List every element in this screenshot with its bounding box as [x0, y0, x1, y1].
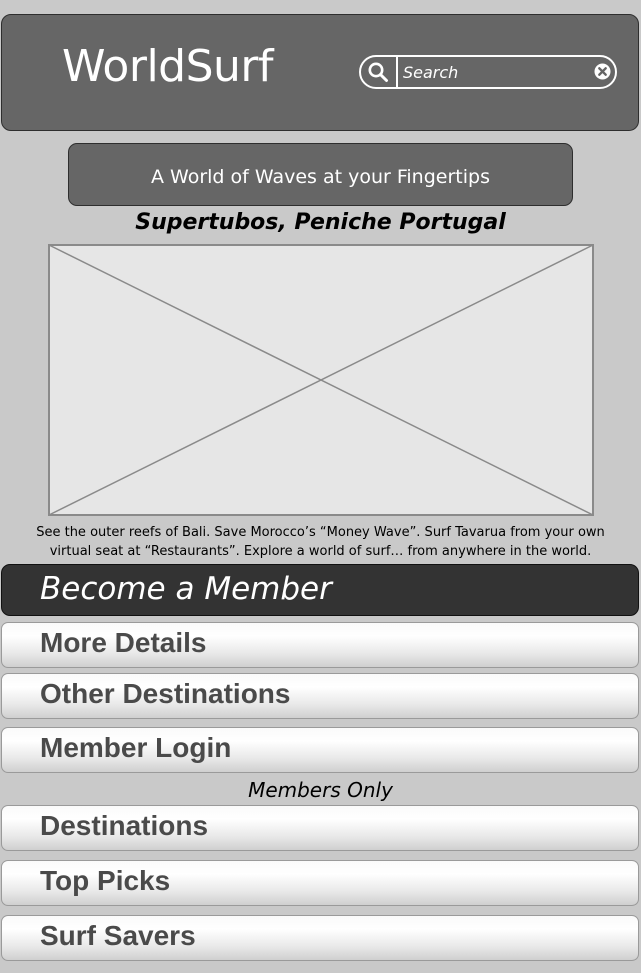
tagline-banner: A World of Waves at your Fingertips — [68, 143, 573, 206]
featured-location-title: Supertubos, Peniche Portugal — [135, 210, 506, 235]
more-details-button[interactable]: More Details — [1, 622, 639, 668]
member-login-button[interactable]: Member Login — [1, 727, 639, 773]
search-icon[interactable] — [367, 61, 389, 83]
description-line: virtual seat at “Restaurants”. Explore a… — [49, 544, 592, 559]
close-circle-icon[interactable] — [594, 63, 611, 80]
members-only-label: Members Only — [248, 778, 393, 802]
search-box[interactable] — [359, 55, 617, 89]
become-member-button[interactable]: Become a Member — [1, 564, 639, 616]
app-header: WorldSurf — [1, 14, 639, 131]
featured-description: See the outer reefs of Bali. Save Morocc… — [20, 523, 621, 561]
app-title: WorldSurf — [62, 41, 274, 92]
image-placeholder-icon — [48, 244, 594, 516]
description-line: See the outer reefs of Bali. Save Morocc… — [36, 525, 605, 540]
search-input[interactable] — [403, 60, 583, 84]
destinations-button[interactable]: Destinations — [1, 805, 639, 851]
other-destinations-button[interactable]: Other Destinations — [1, 673, 639, 719]
top-picks-button[interactable]: Top Picks — [1, 860, 639, 906]
search-divider — [396, 57, 398, 87]
surf-savers-button[interactable]: Surf Savers — [1, 915, 639, 961]
